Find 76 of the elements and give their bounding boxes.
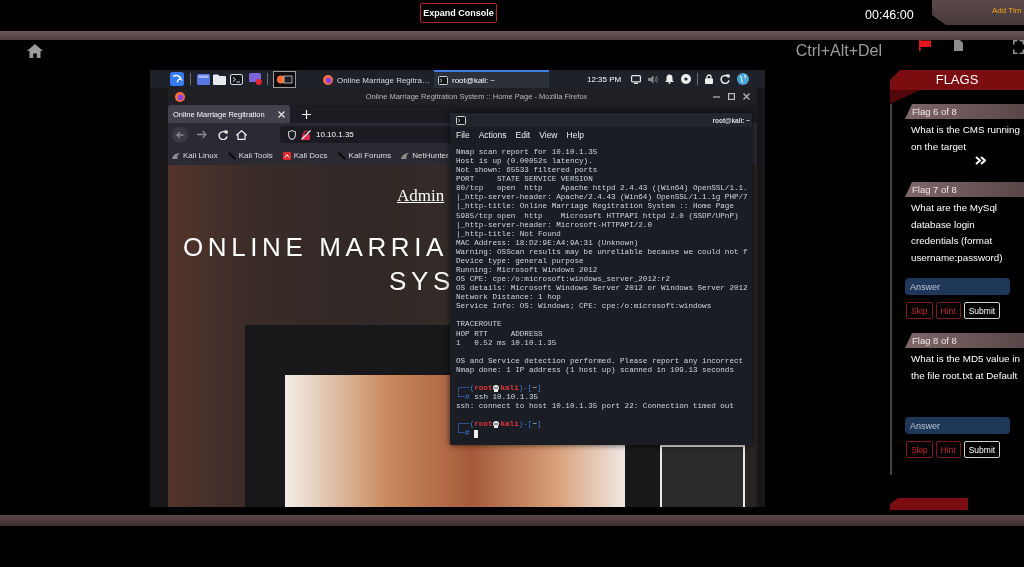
clock: 12:35 PM xyxy=(587,74,622,84)
skull-icon xyxy=(493,385,500,393)
taskbar-window-button[interactable]: Online Marriage Regitra… xyxy=(319,70,434,88)
folder-icon[interactable] xyxy=(213,73,226,85)
double-chevron-icon[interactable] xyxy=(975,156,986,165)
bookmark-icon xyxy=(282,151,291,160)
menu-item[interactable]: File xyxy=(456,130,470,140)
new-tab-icon[interactable] xyxy=(302,109,311,119)
fullscreen-icon[interactable] xyxy=(1013,40,1024,54)
menu-item[interactable]: Edit xyxy=(515,130,531,140)
expand-console-button[interactable]: Expand Console xyxy=(420,3,497,23)
flags-title: FLAGS xyxy=(890,70,1024,90)
banner-corner xyxy=(890,90,920,104)
flag-question: What is the CMS running on the target xyxy=(911,123,1021,154)
terminal-icon xyxy=(456,115,466,125)
submit-button[interactable]: Submit xyxy=(963,441,1001,458)
flag-question: What are the MySql database login credentials (format username:password) xyxy=(911,201,1004,265)
lock-icon[interactable] xyxy=(705,74,714,84)
home-icon[interactable] xyxy=(27,44,43,58)
flag-header: Flag 6 of 8 xyxy=(905,104,1024,119)
flag-icon[interactable] xyxy=(919,40,931,51)
hint-button[interactable]: Hint xyxy=(935,441,961,458)
page-heading: ONLINE MARRIA xyxy=(183,232,448,262)
globe-icon[interactable] xyxy=(737,73,750,85)
add-time-button[interactable]: Add Tim xyxy=(932,0,1024,25)
document-icon[interactable] xyxy=(954,40,963,51)
home-icon[interactable] xyxy=(236,129,247,140)
browser-icon xyxy=(175,91,185,102)
window-preview-icon[interactable] xyxy=(273,70,296,88)
flag-header: Flag 7 of 8 xyxy=(905,182,1024,197)
window-icon[interactable] xyxy=(197,73,210,85)
bookmark-link[interactable]: Kali Forums xyxy=(337,151,392,160)
reload-icon[interactable] xyxy=(218,129,228,140)
app-menu-icon[interactable] xyxy=(170,72,184,86)
back-icon[interactable] xyxy=(172,126,188,143)
shield-icon[interactable] xyxy=(288,129,296,140)
answer-field[interactable]: Answer xyxy=(905,278,1010,295)
skip-button[interactable]: Skip xyxy=(906,441,933,458)
maximize-icon[interactable] xyxy=(728,93,735,100)
monitor-icon[interactable] xyxy=(631,74,642,84)
skull-icon xyxy=(493,421,500,429)
flag-question: What is the MD5 value in the file root.txt at Default xyxy=(911,352,1021,383)
skip-button[interactable]: Skip xyxy=(906,302,933,319)
taskbar-window-button[interactable]: root@kali: ~ xyxy=(434,70,549,88)
address-bar[interactable]: 10.10.1.35 xyxy=(280,126,452,143)
forward-icon[interactable] xyxy=(197,130,207,139)
speaker-icon[interactable] xyxy=(648,74,659,84)
flag-header: Flag 8 of 8 xyxy=(905,333,1024,348)
menu-item[interactable]: View xyxy=(539,130,558,140)
bookmark-link[interactable]: NetHunter xyxy=(401,151,449,160)
terminal-icon[interactable] xyxy=(230,73,243,85)
terminal-icon xyxy=(438,75,448,85)
submit-button[interactable]: Submit xyxy=(963,302,1001,319)
bookmark-icon xyxy=(401,151,410,160)
screen-icon[interactable] xyxy=(249,73,262,85)
bookmark-icon xyxy=(172,151,180,160)
admin-link[interactable]: Admin xyxy=(397,186,445,206)
bookmark-icon xyxy=(337,151,346,160)
countdown-timer: 00:46:00 xyxy=(865,8,914,22)
bookmark-link[interactable]: Kali Tools xyxy=(227,151,273,160)
bookmark-link[interactable]: Kali Linux xyxy=(172,151,218,160)
bell-icon[interactable] xyxy=(665,74,675,84)
answer-field[interactable]: Answer xyxy=(905,417,1010,434)
refresh-icon[interactable] xyxy=(720,74,731,84)
bookmark-link[interactable]: Kali Docs xyxy=(282,151,328,160)
ctrl-alt-del-button[interactable]: Ctrl+Alt+Del xyxy=(795,42,882,60)
bookmark-icon xyxy=(227,151,236,160)
hint-button[interactable]: Hint xyxy=(935,302,961,319)
minimize-icon[interactable] xyxy=(713,95,720,98)
status-circle-icon[interactable] xyxy=(681,74,692,84)
browser-icon xyxy=(323,75,333,85)
insecure-lock-icon[interactable] xyxy=(301,129,311,140)
close-icon[interactable] xyxy=(743,93,750,100)
menu-item[interactable]: Help xyxy=(566,130,584,140)
page-heading: SYS xyxy=(389,266,455,296)
menu-item[interactable]: Actions xyxy=(478,130,507,140)
